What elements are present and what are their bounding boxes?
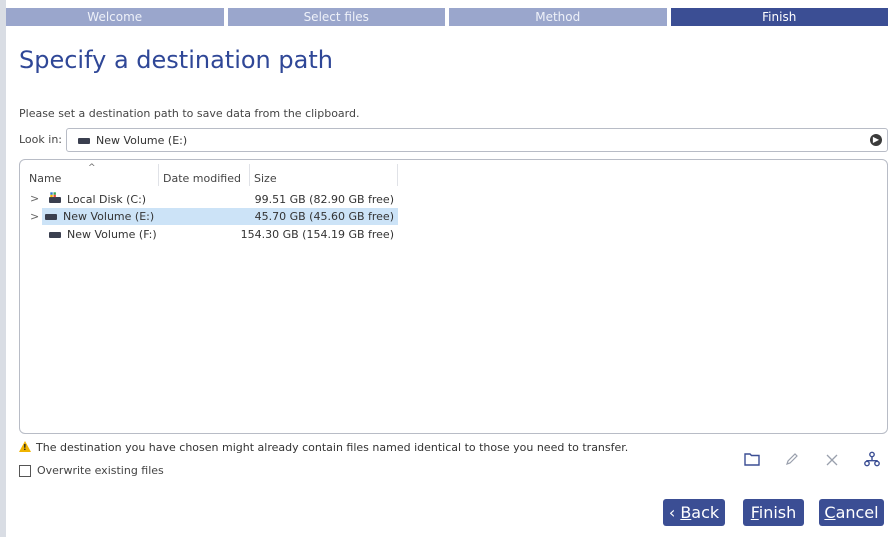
wizard-steps: Welcome Select files Method Finish <box>6 0 888 26</box>
file-toolbar <box>742 451 888 471</box>
expand-chevron-icon[interactable]: > <box>30 210 39 223</box>
step-welcome: Welcome <box>6 8 224 26</box>
item-size: 99.51 GB (82.90 GB free) <box>254 193 394 206</box>
delete-x-icon[interactable] <box>822 451 842 471</box>
back-label-rest: ack <box>691 503 720 522</box>
network-icon[interactable] <box>862 451 882 471</box>
sort-ascending-icon: ^ <box>88 163 96 173</box>
column-header-date-modified[interactable]: Date modified <box>163 172 241 185</box>
item-size: 154.30 GB (154.19 GB free) <box>240 228 394 241</box>
drive-icon <box>45 214 57 220</box>
column-header-name[interactable]: Name <box>29 172 61 185</box>
look-in-value: New Volume (E:) <box>96 134 188 147</box>
left-edge <box>0 0 6 537</box>
back-button[interactable]: ‹ Back <box>663 499 725 526</box>
finish-button[interactable]: Finish <box>743 499 804 526</box>
item-name: New Volume (F:) <box>67 228 157 241</box>
column-separator[interactable] <box>249 164 250 186</box>
overwrite-label: Overwrite existing files <box>37 464 164 477</box>
back-prefix: ‹ <box>668 503 681 522</box>
step-select-files: Select files <box>227 8 445 26</box>
overwrite-checkbox[interactable] <box>19 464 31 477</box>
item-name: Local Disk (C:) <box>67 193 147 206</box>
finish-access-key: F <box>750 503 759 522</box>
list-item-new-volume-f[interactable]: New Volume (F:) 154.30 GB (154.19 GB fre… <box>24 226 398 243</box>
look-in-dropdown[interactable]: New Volume (E:) ▶ <box>66 128 888 152</box>
expand-chevron-icon[interactable]: > <box>30 192 39 205</box>
overwrite-option[interactable]: Overwrite existing files <box>19 464 164 477</box>
cancel-label-rest: ancel <box>835 503 879 522</box>
description: Please set a destination path to save da… <box>19 107 360 120</box>
list-item-local-disk-c[interactable]: > Local Disk (C:) 99.51 GB (82.90 GB fre… <box>24 191 398 208</box>
column-header-size[interactable]: Size <box>254 172 277 185</box>
cancel-button[interactable]: Cancel <box>819 499 884 526</box>
page-title: Specify a destination path <box>19 46 333 74</box>
column-separator[interactable] <box>158 164 159 186</box>
back-access-key: B <box>680 503 692 522</box>
drive-icon <box>78 138 90 144</box>
rename-pencil-icon[interactable] <box>782 451 802 471</box>
warning-text: The destination you have chosen might al… <box>36 441 629 454</box>
column-separator[interactable] <box>397 164 398 186</box>
item-size: 45.70 GB (45.60 GB free) <box>254 210 394 223</box>
item-name: New Volume (E:) <box>63 210 155 223</box>
list-item-new-volume-e[interactable]: New Volume (E:) 45.70 GB (45.60 GB free) <box>42 208 398 225</box>
new-folder-icon[interactable] <box>742 451 762 471</box>
step-method: Method <box>449 8 667 26</box>
finish-label-rest: inish <box>758 503 797 522</box>
file-list[interactable]: ^ Name Date modified Size > Local Disk (… <box>19 159 888 434</box>
cancel-access-key: C <box>824 503 836 522</box>
drive-icon <box>49 232 61 238</box>
warning-icon: ! <box>19 441 31 452</box>
step-finish: Finish <box>670 8 888 26</box>
warning-message: ! The destination you have chosen might a… <box>19 441 628 454</box>
system-drive-icon <box>49 197 61 203</box>
look-in-label: Look in: <box>19 133 62 146</box>
dropdown-arrow-icon[interactable]: ▶ <box>870 134 882 146</box>
